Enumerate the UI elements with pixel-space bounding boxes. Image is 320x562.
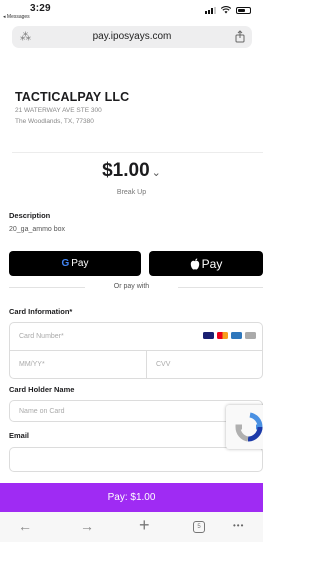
google-pay-label: Pay: [71, 258, 89, 269]
card-number-input[interactable]: Card Number*: [19, 333, 64, 340]
payment-page: 3:29 ◂ Messages ⁂ pay.iposyays.com TACTI…: [0, 0, 263, 562]
signal-icon: [205, 6, 216, 14]
card-brands: [203, 332, 256, 339]
wifi-icon: [221, 6, 231, 14]
apple-icon: [190, 258, 199, 269]
visa-icon: [203, 332, 214, 339]
share-icon[interactable]: [234, 30, 246, 43]
breakdown-link[interactable]: Break Up: [0, 189, 263, 196]
more-icon[interactable]: •••: [233, 521, 244, 530]
divider-right: [178, 287, 263, 288]
cvv-input[interactable]: CVV: [156, 361, 170, 368]
email-label: Email: [9, 431, 30, 440]
description-value: 20_ga_ammo box: [9, 226, 66, 233]
status-bar: 3:29 ◂ Messages: [0, 0, 263, 22]
merchant-address-line1: 21 WATERWAY AVE STE 300: [15, 107, 102, 114]
merchant-name: TACTICALPAY LLC: [15, 90, 130, 104]
browser-toolbar: ← → + 5 •••: [0, 512, 263, 542]
url-text[interactable]: pay.iposyays.com: [12, 31, 252, 42]
card-divider-v: [146, 350, 147, 378]
google-pay-button[interactable]: G Pay: [9, 251, 141, 276]
pay-button[interactable]: Pay: $1.00: [0, 483, 263, 512]
back-to-messages-link[interactable]: ◂ Messages: [3, 14, 30, 20]
card-holder-placeholder: Name on Card: [19, 408, 65, 415]
card-generic-icon: [245, 332, 256, 339]
amount-value: $1.00: [102, 160, 150, 181]
amount-display[interactable]: $1.00 ⌄: [0, 160, 263, 182]
chevron-down-icon[interactable]: ⌄: [152, 167, 161, 179]
address-bar[interactable]: ⁂ pay.iposyays.com: [12, 26, 252, 48]
apple-pay-label: Pay: [201, 256, 223, 271]
card-information-label: Card Information*: [9, 307, 73, 316]
email-field[interactable]: [9, 447, 263, 472]
expiry-input[interactable]: MM/YY*: [19, 361, 45, 368]
card-holder-label: Card Holder Name: [9, 385, 75, 394]
back-arrow-icon[interactable]: ←: [18, 518, 32, 534]
forward-arrow-icon[interactable]: →: [80, 518, 94, 534]
status-icons: [205, 6, 251, 14]
merchant-info: TACTICALPAY LLC 21 WATERWAY AVE STE 300 …: [15, 90, 129, 126]
apple-pay-button[interactable]: Pay: [149, 251, 263, 276]
status-time: 3:29: [30, 3, 51, 14]
description-label: Description: [9, 211, 51, 220]
card-divider-h: [10, 350, 262, 351]
tabs-icon[interactable]: 5: [193, 521, 205, 533]
card-information-group: Card Number* MM/YY* CVV: [9, 322, 263, 379]
recaptcha-icon: [235, 412, 263, 442]
battery-icon: [236, 6, 251, 14]
google-g-icon: G: [61, 258, 70, 269]
mastercard-icon: [217, 332, 228, 339]
merchant-address-line2: The Woodlands, TX, 77380: [15, 118, 94, 125]
amex-icon: [231, 332, 242, 339]
new-tab-icon[interactable]: +: [139, 515, 150, 536]
card-holder-field[interactable]: Name on Card: [9, 400, 263, 422]
recaptcha-badge[interactable]: [226, 405, 263, 449]
